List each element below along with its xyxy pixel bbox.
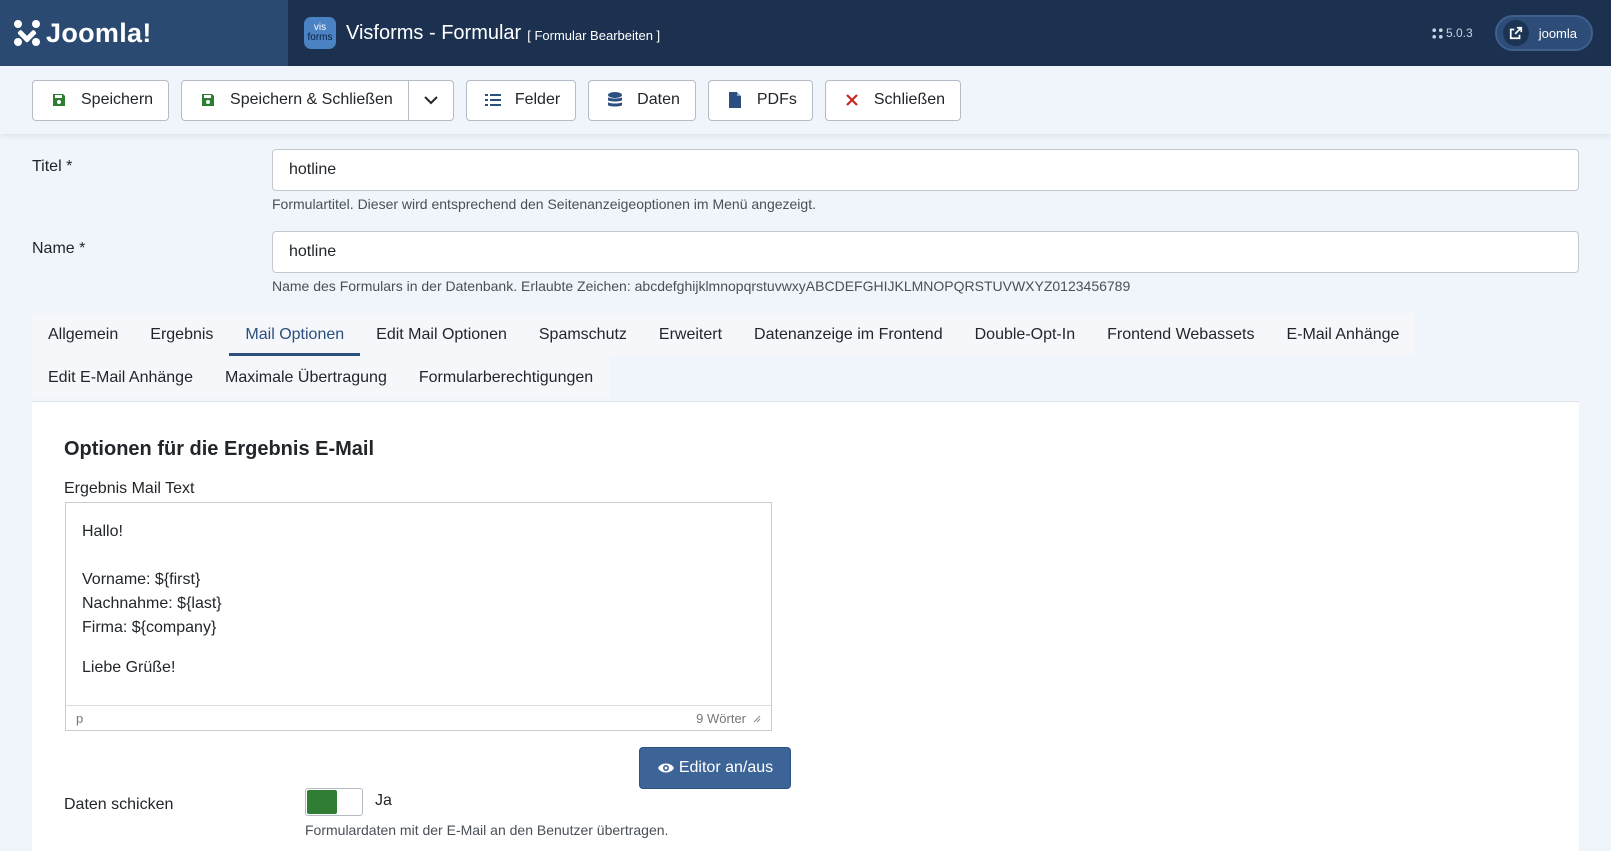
tab-e-mail-anhänge[interactable]: E-Mail Anhänge — [1270, 313, 1415, 356]
top-header: Joomla! vis forms Visforms - Formular [ … — [0, 0, 1611, 66]
word-count: 9 Wörter — [696, 710, 746, 726]
pdfs-label: PDFs — [756, 91, 797, 108]
save-button[interactable]: Speichern — [32, 79, 170, 121]
eye-icon — [657, 761, 675, 775]
tab-maximale-übertragung[interactable]: Maximale Übertragung — [209, 356, 403, 399]
editor-label: Ergebnis Mail Text — [64, 480, 195, 497]
editor-path[interactable]: p — [76, 711, 83, 726]
save-dropdown-toggle[interactable] — [408, 79, 454, 121]
tab-mail-optionen[interactable]: Mail Optionen — [229, 313, 361, 356]
close-button[interactable]: Schließen — [824, 79, 962, 121]
editor-blank-line — [82, 544, 755, 568]
title-input[interactable]: hotline — [272, 149, 1579, 191]
title-label: Titel * — [32, 158, 73, 175]
joomla-logo-icon — [14, 20, 40, 46]
fields-button[interactable]: Felder — [465, 79, 577, 121]
editor-statusbar: p 9 Wörter — [66, 705, 771, 730]
tabs-row-1: Allgemein Ergebnis Mail Optionen Edit Mail … — [32, 313, 1416, 356]
joomla-version-icon — [1432, 27, 1443, 39]
data-button[interactable]: Daten — [588, 79, 696, 121]
floppy-disk-icon — [200, 92, 216, 108]
app-title-area: vis forms Visforms - Formular [ Formular… — [288, 17, 1432, 49]
toggle-editor-button[interactable]: Editor an/aus — [639, 747, 791, 789]
close-icon — [844, 92, 860, 108]
toggle-knob — [307, 790, 337, 814]
version-info: 5.0.3 — [1432, 26, 1473, 40]
visforms-app-icon: vis forms — [304, 17, 336, 49]
toolbar: Speichern Speichern & Schließen Felder D… — [0, 66, 1611, 134]
editor-line: Vorname: ${first} — [82, 571, 201, 588]
tab-erweitert[interactable]: Erweitert — [643, 313, 738, 356]
send-data-toggle[interactable] — [305, 788, 363, 816]
save-close-group: Speichern & Schließen — [181, 79, 454, 121]
tab-frontend-webassets[interactable]: Frontend Webassets — [1091, 313, 1270, 356]
title-help: Formulartitel. Dieser wird entsprechend … — [272, 196, 816, 212]
fields-label: Felder — [514, 91, 561, 108]
send-data-help: Formulardaten mit der E-Mail an den Benu… — [305, 822, 669, 838]
editor-content[interactable]: Hallo! Vorname: ${first} Nachnahme: ${la… — [66, 503, 771, 697]
user-menu-button[interactable]: joomla — [1494, 15, 1593, 51]
resize-handle-icon[interactable] — [752, 714, 761, 723]
word-count-area: 9 Wörter — [696, 711, 761, 726]
send-data-label: Daten schicken — [64, 796, 174, 813]
name-help: Name des Formulars in der Datenbank. Erl… — [272, 278, 1131, 294]
name-label: Name * — [32, 240, 86, 257]
save-label: Speichern — [81, 91, 154, 108]
list-icon — [484, 92, 501, 108]
editor-line: Liebe Grüße! — [82, 659, 176, 676]
tabs-row-2: Edit E-Mail Anhänge Maximale Übertragung F… — [32, 356, 610, 399]
external-link-icon — [1502, 20, 1529, 46]
name-input-value: hotline — [289, 243, 337, 260]
version-text: 5.0.3 — [1446, 26, 1473, 40]
toggle-editor-label: Editor an/aus — [678, 759, 774, 776]
editor-line: Nachnahme: ${last} — [82, 595, 222, 612]
database-icon — [607, 92, 623, 108]
close-label: Schließen — [873, 91, 946, 108]
user-name: joomla — [1538, 25, 1577, 41]
save-close-label: Speichern & Schließen — [230, 91, 393, 108]
chevron-down-icon — [424, 96, 438, 105]
mail-text-editor[interactable]: Hallo! Vorname: ${first} Nachnahme: ${la… — [65, 502, 772, 731]
data-label: Daten — [637, 91, 680, 108]
page-title: Visforms - Formular — [346, 21, 522, 44]
panel-heading: Optionen für die Ergebnis E-Mail — [64, 438, 375, 460]
floppy-disk-icon — [51, 92, 67, 108]
app-icon-text-bottom: forms — [307, 32, 333, 43]
file-icon — [727, 92, 743, 108]
joomla-logo-text: Joomla! — [46, 17, 152, 48]
editor-line: Hallo! — [82, 523, 123, 540]
mail-options-panel: Optionen für die Ergebnis E-Mail Ergebni… — [32, 401, 1579, 851]
tab-spamschutz[interactable]: Spamschutz — [523, 313, 643, 356]
editor-line: Firma: ${company} — [82, 619, 217, 636]
tab-datenanzeige-im-frontend[interactable]: Datenanzeige im Frontend — [738, 313, 959, 356]
send-data-value: Ja — [375, 792, 392, 809]
page-subtitle: [ Formular Bearbeiten ] — [527, 27, 661, 43]
name-input[interactable]: hotline — [272, 231, 1579, 273]
tab-double-opt-in[interactable]: Double-Opt-In — [959, 313, 1092, 356]
tab-allgemein[interactable]: Allgemein — [32, 313, 134, 356]
save-close-button[interactable]: Speichern & Schließen — [181, 79, 409, 121]
tab-edit-e-mail-anhänge[interactable]: Edit E-Mail Anhänge — [32, 356, 209, 399]
tab-edit-mail-optionen[interactable]: Edit Mail Optionen — [360, 313, 523, 356]
title-input-value: hotline — [289, 161, 337, 178]
pdfs-button[interactable]: PDFs — [707, 79, 813, 121]
tab-formularberechtigungen[interactable]: Formularberechtigungen — [403, 356, 609, 399]
joomla-logo[interactable]: Joomla! — [0, 0, 288, 66]
tab-ergebnis[interactable]: Ergebnis — [134, 313, 229, 356]
